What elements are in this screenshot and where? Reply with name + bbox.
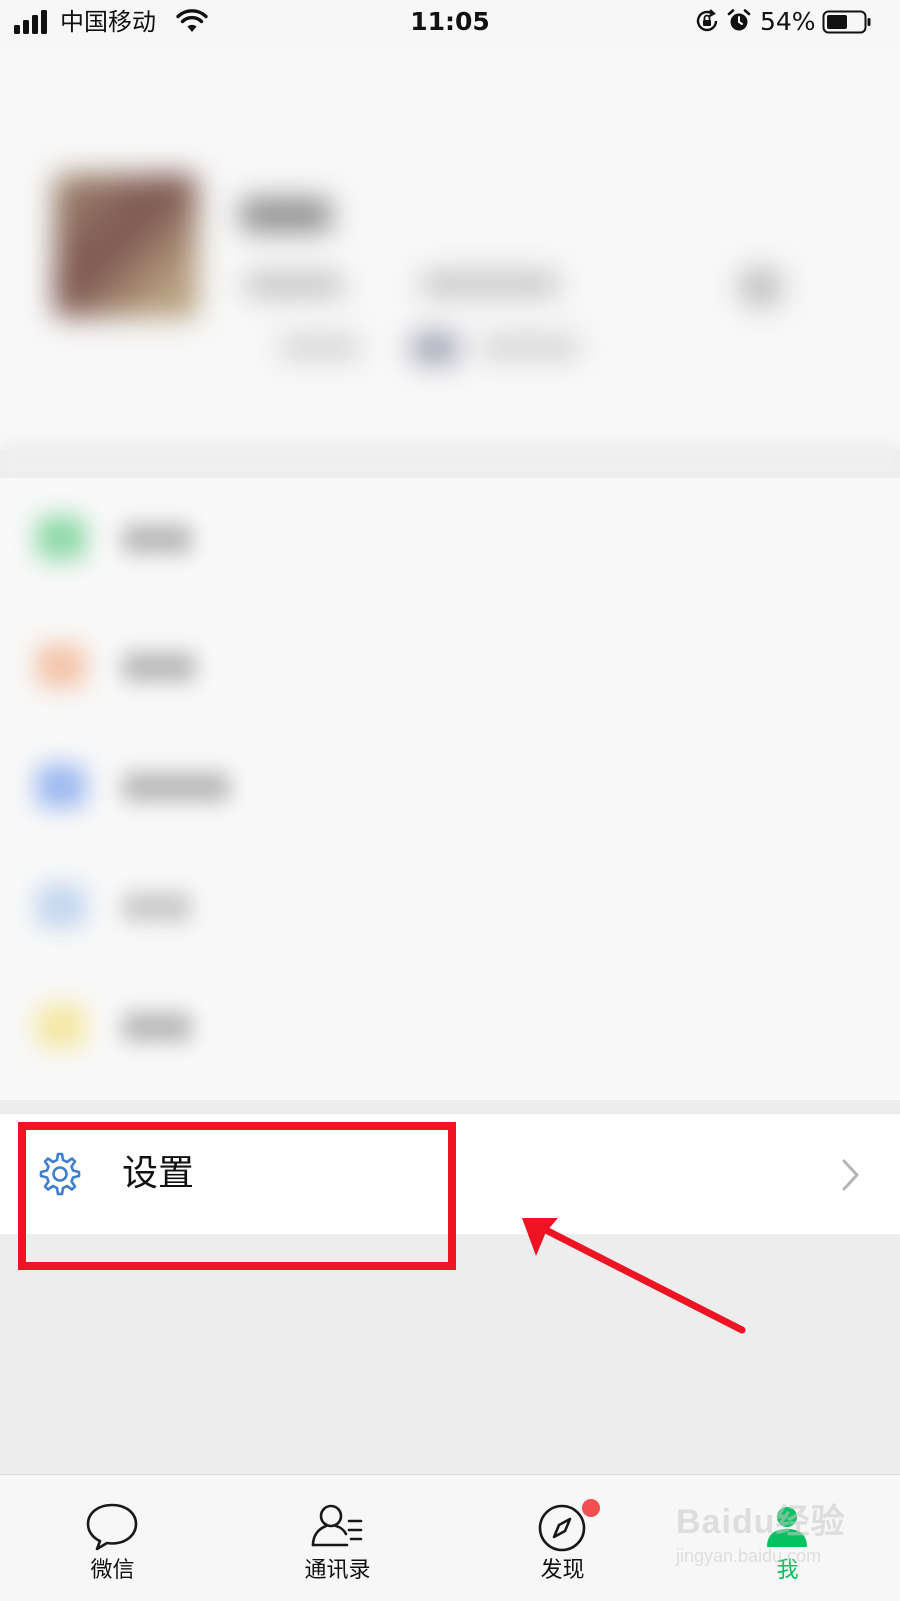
tab-discover[interactable]: 发现 — [450, 1475, 675, 1601]
chevron-right-icon — [842, 1159, 859, 1191]
tab-label: 微信 — [90, 1558, 135, 1583]
list-item[interactable] — [0, 726, 900, 846]
list-item[interactable] — [0, 846, 900, 966]
list-item[interactable] — [0, 478, 900, 598]
status-bar: 中国移动 11:05 54% — [0, 0, 900, 46]
annotation-arrow — [522, 1218, 746, 1334]
qr-code-blurred — [740, 268, 782, 306]
highlight-box — [18, 1122, 456, 1270]
watermark-url: jingyan.baidu.com — [676, 1546, 822, 1566]
rotation-lock-icon — [696, 9, 718, 32]
battery-percent: 54% — [760, 7, 816, 36]
tab-label: 通讯录 — [304, 1558, 371, 1583]
divider — [0, 442, 900, 478]
menu-list-blurred — [0, 478, 900, 1100]
chat-bubble-icon — [86, 1503, 138, 1551]
notification-badge — [582, 1499, 600, 1517]
tab-chats[interactable]: 微信 — [0, 1475, 225, 1601]
tab-label: 发现 — [540, 1558, 585, 1583]
avatar — [54, 174, 198, 318]
profile-header-blurred — [0, 46, 900, 450]
tab-contacts[interactable]: 通讯录 — [225, 1475, 450, 1601]
watermark: Baidu经验 jingyan.baidu.com — [676, 1494, 886, 1584]
nickname-blurred — [240, 198, 332, 232]
list-item[interactable] — [0, 606, 900, 726]
list-item[interactable] — [0, 966, 900, 1086]
battery-icon — [822, 10, 871, 34]
alarm-icon — [727, 9, 751, 31]
wechat-id-blurred — [244, 274, 344, 296]
contacts-icon — [311, 1504, 363, 1547]
watermark-brand: Baidu经验 — [676, 1503, 846, 1541]
